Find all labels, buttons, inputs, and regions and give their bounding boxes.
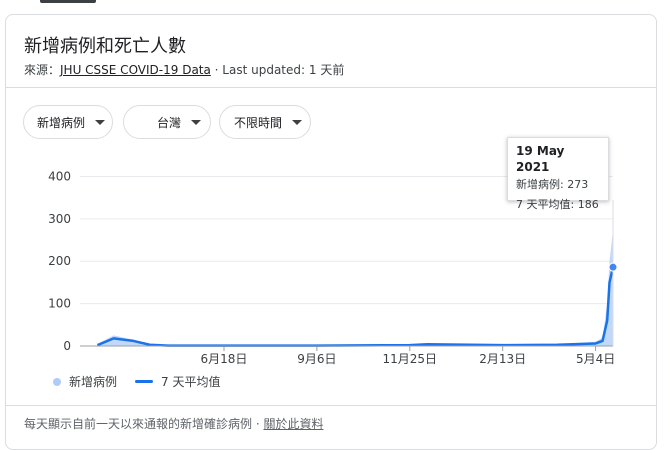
tooltip-date: 19 May 2021 [516, 144, 565, 174]
x-tick-label: 2月13日 [479, 352, 526, 366]
cases-chart[interactable]: 0 100 200 300 400 6月18日 9月6日 11月25日 2月13日 5月4日 [0, 0, 670, 442]
y-tick-label: 200 [48, 254, 71, 268]
y-tick-label: 300 [48, 212, 71, 226]
x-tick-label: 5月4日 [576, 352, 615, 366]
y-tick-label: 100 [48, 297, 71, 311]
tooltip-avg: 7 天平均值: 186 [516, 198, 599, 211]
y-tick-label: 400 [48, 169, 71, 183]
x-tick-label: 6月18日 [201, 352, 248, 366]
avg-line [96, 266, 615, 347]
tooltip-new-cases: 新增病例: 273 [516, 178, 589, 191]
x-tick-label: 9月6日 [297, 352, 336, 366]
x-tick-label: 11月25日 [383, 352, 438, 366]
new-cases-area [97, 230, 613, 346]
y-tick-label: 0 [63, 339, 71, 353]
highlight-point [608, 262, 618, 272]
chart-tooltip: 19 May 2021 新增病例: 273 7 天平均值: 186 [507, 137, 609, 211]
